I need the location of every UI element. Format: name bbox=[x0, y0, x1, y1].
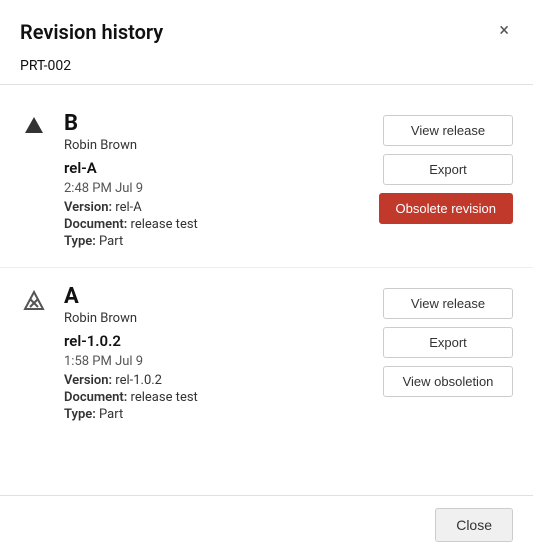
modal-body: B Robin Brown rel-A 2:48 PM Jul 9 Versio… bbox=[0, 84, 533, 496]
action-button-0-2[interactable]: Obsolete revision bbox=[379, 193, 513, 224]
revision-time: 2:48 PM Jul 9 bbox=[64, 181, 367, 196]
revision-letter: A bbox=[64, 284, 371, 309]
revision-version: Version: rel-1.0.2 bbox=[64, 373, 371, 388]
modal-footer: Close bbox=[0, 496, 533, 554]
action-button-1-2[interactable]: View obsoletion bbox=[383, 366, 513, 397]
revision-type: Type: Part bbox=[64, 234, 367, 249]
revision-author: Robin Brown bbox=[64, 311, 371, 326]
revision-document: Document: release test bbox=[64, 390, 371, 405]
action-button-1-0[interactable]: View release bbox=[383, 288, 513, 319]
close-button[interactable]: Close bbox=[435, 508, 513, 542]
revision-info: B Robin Brown rel-A 2:48 PM Jul 9 Versio… bbox=[64, 111, 367, 251]
action-button-1-1[interactable]: Export bbox=[383, 327, 513, 358]
close-icon[interactable]: × bbox=[495, 20, 513, 42]
revision-time: 1:58 PM Jul 9 bbox=[64, 354, 371, 369]
modal-header: Revision history × bbox=[0, 0, 533, 54]
revision-actions: View release Export View obsoletion bbox=[383, 284, 513, 424]
prt-label: PRT-002 bbox=[0, 54, 533, 84]
revision-rel: rel-A bbox=[64, 159, 367, 177]
action-button-0-0[interactable]: View release bbox=[383, 115, 513, 146]
revision-type: Type: Part bbox=[64, 407, 371, 422]
revision-info: A Robin Brown rel-1.0.2 1:58 PM Jul 9 Ve… bbox=[64, 284, 371, 424]
revision-history-modal: Revision history × PRT-002 B Robin Brown… bbox=[0, 0, 533, 554]
obsolete-icon bbox=[16, 284, 52, 424]
revision-document: Document: release test bbox=[64, 217, 367, 232]
revision-letter: B bbox=[64, 111, 367, 136]
action-button-0-1[interactable]: Export bbox=[383, 154, 513, 185]
revision-item: A Robin Brown rel-1.0.2 1:58 PM Jul 9 Ve… bbox=[0, 268, 533, 440]
revision-item: B Robin Brown rel-A 2:48 PM Jul 9 Versio… bbox=[0, 95, 533, 268]
revision-version: Version: rel-A bbox=[64, 200, 367, 215]
revision-author: Robin Brown bbox=[64, 138, 367, 153]
revision-actions: View release Export Obsolete revision bbox=[379, 111, 513, 251]
modal-title: Revision history bbox=[20, 20, 163, 44]
revision-rel: rel-1.0.2 bbox=[64, 332, 371, 350]
triangle-icon bbox=[16, 111, 52, 251]
